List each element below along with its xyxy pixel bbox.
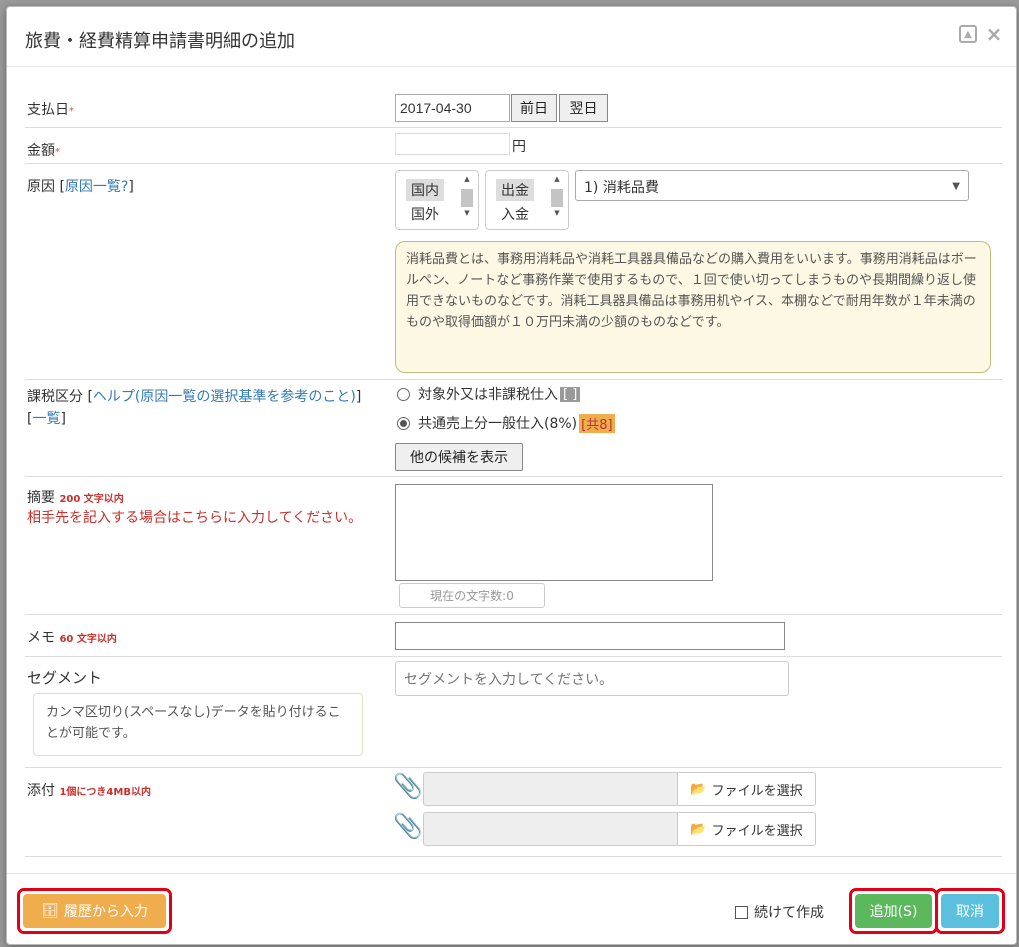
- memo-limit: 60 文字以内: [59, 634, 117, 645]
- tax-help-link[interactable]: ヘルプ(原因一覧の選択基準を参考のこと): [93, 389, 356, 405]
- paperclip-icon: 📎: [393, 812, 423, 840]
- chevron-down-icon: ▼: [952, 181, 960, 192]
- reason-label: 原因: [27, 179, 55, 195]
- scroll-down-icon[interactable]: ▼: [460, 209, 474, 221]
- scroll-up-icon[interactable]: ▲: [460, 175, 474, 187]
- close-icon[interactable]: ×: [985, 22, 1003, 46]
- category-description: 消耗品費とは、事務用消耗品や消耗工具器具備品などの購入費用をいいます。事務用消耗…: [395, 241, 991, 373]
- segment-input[interactable]: [395, 661, 789, 696]
- payment-date-input[interactable]: [395, 94, 510, 122]
- tax-label: 課税区分: [27, 389, 83, 405]
- payment-date-label: 支払日: [27, 102, 69, 118]
- choose-file-button[interactable]: 📂 ファイルを選択: [677, 772, 816, 806]
- amount-unit: 円: [512, 139, 526, 155]
- modal-header: 旅費・経費精算申請書明細の追加 ▲ ×: [7, 7, 1016, 67]
- file-name-field: [423, 772, 678, 806]
- summary-row: 摘要 200 文字以内 相手先を記入する場合はこちらに入力してください。 現在の…: [25, 477, 1002, 615]
- minimize-icon[interactable]: ▲: [959, 25, 977, 43]
- category-selected: 1) 消耗品費: [584, 180, 659, 196]
- reason-row: 原因 [原因一覧?] 国内 国外 ▲ ▼ 出金 入金 ▲ ▼ 1) 消耗品費 ▼: [25, 164, 1002, 380]
- attachment-label: 添付: [27, 783, 55, 799]
- memo-input[interactable]: [395, 622, 785, 650]
- amount-label: 金額: [27, 143, 55, 159]
- choose-file-button[interactable]: 📂 ファイルを選択: [677, 812, 816, 846]
- scroll-up-icon[interactable]: ▲: [550, 175, 564, 187]
- category-select[interactable]: 1) 消耗品費 ▼: [575, 170, 969, 201]
- tax-list-link[interactable]: 一覧: [32, 411, 60, 427]
- cancel-button[interactable]: 取消: [941, 894, 999, 928]
- region-option[interactable]: 国内: [406, 179, 444, 201]
- tax-option-common-8[interactable]: 共通売上分一般仕入(8%) [共8]: [397, 413, 615, 433]
- folder-open-icon: 📂: [690, 781, 707, 797]
- folder-open-icon: 📂: [690, 821, 707, 837]
- summary-textarea[interactable]: [395, 484, 713, 581]
- attachment-row: 添付 1個につき4MB以内 📎 📂 ファイルを選択 📎 📂 ファイルを選択: [25, 768, 1002, 857]
- summary-limit: 200 文字以内: [59, 494, 124, 505]
- modal-footer: 🗄 履歴から入力 続けて作成 追加(S) 取消: [7, 873, 1016, 945]
- memo-label: メモ: [27, 630, 55, 646]
- add-button[interactable]: 追加(S): [855, 894, 932, 928]
- modal-title: 旅費・経費精算申請書明細の追加: [25, 31, 295, 52]
- tax-tag: [ ]: [560, 386, 581, 402]
- required-mark: *: [69, 106, 74, 117]
- reason-list-link[interactable]: 原因一覧?: [65, 179, 128, 195]
- scroll-down-icon[interactable]: ▼: [550, 209, 564, 221]
- flow-option[interactable]: 出金: [496, 179, 534, 201]
- region-listbox[interactable]: 国内 国外 ▲ ▼: [395, 170, 479, 230]
- paperclip-icon: 📎: [393, 772, 423, 800]
- checkbox[interactable]: [735, 905, 748, 919]
- region-option[interactable]: 国外: [406, 203, 444, 225]
- amount-input[interactable]: [395, 133, 510, 155]
- database-icon: 🗄: [41, 903, 59, 919]
- tax-tag: [共8]: [579, 413, 615, 433]
- character-counter: 現在の文字数:0: [399, 583, 545, 608]
- radio-button[interactable]: [397, 387, 410, 401]
- amount-row: 金額* 円: [25, 128, 1002, 164]
- flow-listbox[interactable]: 出金 入金 ▲ ▼: [485, 170, 569, 230]
- next-day-button[interactable]: 翌日: [559, 94, 608, 122]
- prev-day-button[interactable]: 前日: [511, 94, 557, 122]
- continue-create-checkbox[interactable]: 続けて作成: [735, 902, 824, 922]
- required-mark: *: [55, 147, 60, 158]
- attachment-limit: 1個につき4MB以内: [59, 787, 151, 798]
- payment-date-row: 支払日* 前日 翌日: [25, 87, 1002, 128]
- summary-note: 相手先を記入する場合はこちらに入力してください。: [27, 510, 363, 526]
- memo-row: メモ 60 文字以内: [25, 615, 1002, 657]
- show-more-candidates-button[interactable]: 他の候補を表示: [395, 443, 523, 471]
- history-input-button[interactable]: 🗄 履歴から入力: [23, 894, 166, 928]
- tax-option-nontaxable[interactable]: 対象外又は非課税仕入 [ ]: [397, 384, 581, 404]
- radio-button[interactable]: [397, 416, 410, 430]
- file-name-field: [423, 812, 678, 846]
- scrollbar[interactable]: ▲ ▼: [550, 175, 564, 227]
- segment-label: セグメント: [27, 669, 103, 687]
- segment-row: セグメント カンマ区切り(スペースなし)データを貼り付けることが可能です。: [25, 657, 1002, 768]
- summary-label: 摘要: [27, 490, 55, 506]
- tax-row: 課税区分 [ヘルプ(原因一覧の選択基準を参考のこと)][一覧] 対象外又は非課税…: [25, 380, 1002, 477]
- flow-option[interactable]: 入金: [496, 203, 534, 225]
- add-expense-detail-dialog: 旅費・経費精算申請書明細の追加 ▲ × 支払日* 前日 翌日 金額* 円 原因 …: [6, 6, 1017, 945]
- segment-note: カンマ区切り(スペースなし)データを貼り付けることが可能です。: [33, 693, 363, 756]
- scrollbar[interactable]: ▲ ▼: [460, 175, 474, 227]
